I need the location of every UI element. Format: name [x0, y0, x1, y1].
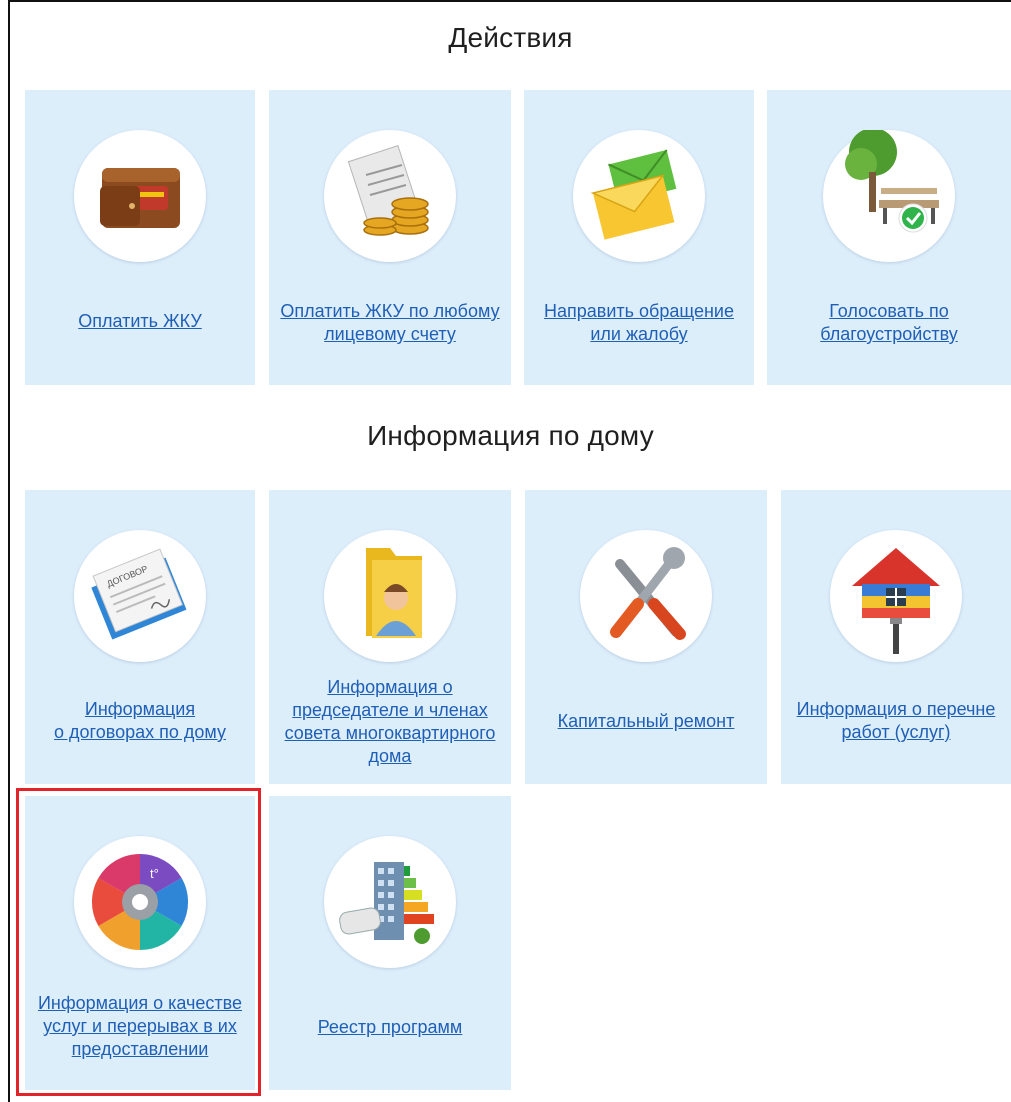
tile-label[interactable]: Капитальный ремонт — [531, 710, 761, 733]
tile-pay-utilities[interactable]: Оплатить ЖКУ — [25, 90, 255, 385]
tile-label[interactable]: Оплатить ЖКУ — [31, 310, 249, 333]
envelope-icon — [573, 130, 705, 262]
tile-label[interactable]: Реестр программ — [275, 1016, 505, 1039]
wrench-screwdriver-icon — [580, 530, 712, 662]
utilities-gear-wheel-icon: t° — [74, 836, 206, 968]
tile-house-contracts[interactable]: ДОГОВОР Информация о договорах по дому — [25, 490, 255, 784]
tile-service-quality[interactable]: t° Информация о качестве услуг и перерыв… — [25, 796, 255, 1090]
tile-label[interactable]: Направить обращение или жалобу — [530, 300, 748, 346]
tile-capital-repair[interactable]: Капитальный ремонт — [525, 490, 767, 784]
folder-person-icon — [324, 530, 456, 662]
frame-top-border — [8, 0, 1011, 2]
tile-vote-improvement[interactable]: Голосовать по благоустройству — [767, 90, 1011, 385]
tile-pay-any-account[interactable]: Оплатить ЖКУ по любому лицевому счету — [269, 90, 511, 385]
tile-house-council[interactable]: Информация о председателе и членах совет… — [269, 490, 511, 784]
tile-label[interactable]: Информация о председателе и членах совет… — [275, 676, 505, 768]
tile-send-appeal[interactable]: Направить обращение или жалобу — [524, 90, 754, 385]
tile-label[interactable]: Оплатить ЖКУ по любому лицевому счету — [275, 300, 505, 346]
frame-left-border — [8, 0, 10, 1102]
tile-label[interactable]: Голосовать по благоустройству — [773, 300, 1005, 346]
coins-invoice-icon — [324, 130, 456, 262]
tile-label[interactable]: Информация о перечне работ (услуг) — [787, 698, 1005, 744]
contract-document-icon: ДОГОВОР — [74, 530, 206, 662]
tile-label[interactable]: Информация о качестве услуг и перерывах … — [31, 992, 249, 1061]
tile-label[interactable]: Информация о договорах по дому — [31, 698, 249, 744]
tile-works-list[interactable]: Информация о перечне работ (услуг) — [781, 490, 1011, 784]
wallet-icon — [74, 130, 206, 262]
building-energy-plan-icon — [324, 836, 456, 968]
svg-text:t°: t° — [150, 866, 159, 881]
house-paint-roller-icon — [830, 530, 962, 662]
section-title-house-info: Информация по дому — [367, 420, 654, 451]
tree-bench-check-icon — [823, 130, 955, 262]
tile-program-registry[interactable]: Реестр программ — [269, 796, 511, 1090]
section-title-actions: Действия — [448, 22, 573, 53]
